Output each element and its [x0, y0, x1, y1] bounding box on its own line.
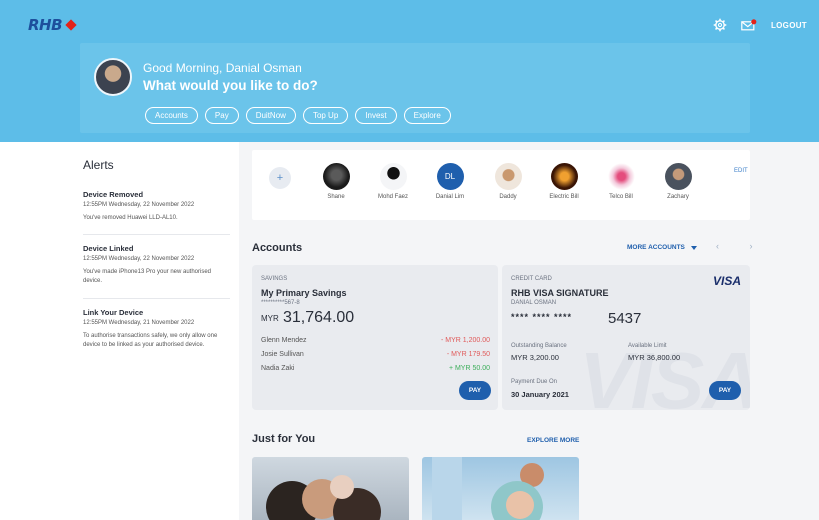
- alert-body: You've removed Huawei LLD-AL10.: [83, 215, 178, 221]
- edit-favourites-button[interactable]: EDIT: [734, 168, 748, 174]
- favourite-name: Danial Lim: [435, 194, 465, 200]
- top-header: RHB LOGOUT Good Morning, Danial Osman Wh…: [0, 0, 819, 142]
- card-masked-number: **** **** ****: [511, 312, 573, 322]
- quick-action-pay[interactable]: Pay: [204, 107, 239, 124]
- quick-action-duitnow[interactable]: DuitNow: [245, 107, 296, 124]
- savings-account-card[interactable]: SAVINGS My Primary Savings **********567…: [252, 265, 498, 410]
- transaction-name: Josie Sullivan: [261, 351, 304, 358]
- favourite-initials: DL: [436, 163, 464, 190]
- alert-body: To authorise transactions safely, we onl…: [83, 333, 218, 348]
- mother-child-photo: [432, 457, 544, 520]
- favourite-name: Electric Bill: [549, 194, 579, 200]
- user-avatar[interactable]: [94, 58, 132, 96]
- due-label: Payment Due On: [511, 379, 558, 385]
- pay-button[interactable]: PAY: [709, 381, 741, 400]
- alert-body: You've made iPhone13 Pro your new author…: [83, 269, 212, 284]
- transaction-amount: - MYR 1,200.00: [440, 337, 490, 344]
- alert-item[interactable]: Link Your Device 12:55PM Wednesday, 21 N…: [83, 308, 230, 350]
- gear-icon[interactable]: [713, 18, 727, 32]
- favourite-avatar: [607, 163, 635, 190]
- account-type: SAVINGS: [261, 276, 288, 282]
- favourite-item[interactable]: Daddy: [478, 163, 538, 200]
- favourite-item[interactable]: Zachary: [648, 163, 708, 200]
- accounts-title: Accounts: [252, 242, 303, 254]
- favourite-avatar: [379, 163, 407, 190]
- quick-action-invest[interactable]: Invest: [355, 107, 397, 124]
- greeting-panel: Good Morning, Danial Osman What would yo…: [80, 43, 750, 133]
- greeting-prompt: What would you like to do?: [143, 78, 318, 93]
- rhb-logo[interactable]: RHB: [28, 16, 77, 34]
- account-name: My Primary Savings: [261, 288, 347, 298]
- alerts-title: Alerts: [83, 158, 114, 172]
- card-holder: DANIAL OSMAN: [511, 300, 557, 306]
- transaction-name: Nadia Zaki: [261, 365, 295, 372]
- favourite-name: Daddy: [499, 194, 517, 200]
- alert-item[interactable]: Device Removed 12:55PM Wednesday, 22 Nov…: [83, 190, 230, 223]
- favourite-item[interactable]: DL Danial Lim: [420, 163, 480, 200]
- card-last4: 5437: [608, 310, 642, 327]
- alert-title: Device Removed: [83, 190, 144, 199]
- top-actions: LOGOUT: [713, 18, 807, 32]
- outstanding-value: MYR 3,200.00: [511, 353, 559, 362]
- mail-icon[interactable]: [741, 18, 757, 32]
- alert-item[interactable]: Device Linked 12:55PM Wednesday, 22 Nove…: [83, 244, 230, 286]
- more-accounts-button[interactable]: MORE ACCOUNTS: [627, 244, 685, 251]
- due-value: 30 January 2021: [511, 390, 569, 399]
- outstanding-label: Outstanding Balance: [511, 343, 567, 349]
- alert-title: Device Linked: [83, 244, 134, 253]
- favourite-item[interactable]: Electric Bill: [534, 163, 594, 200]
- visa-logo: VISA: [712, 274, 741, 288]
- credit-card-account[interactable]: VISA CREDIT CARD VISA RHB VISA SIGNATURE…: [502, 265, 750, 410]
- alert-time: 12:55PM Wednesday, 22 November 2022: [83, 202, 195, 208]
- logout-button[interactable]: LOGOUT: [771, 21, 807, 30]
- limit-value: MYR 36,800.00: [628, 353, 681, 362]
- favourite-name: Zachary: [667, 194, 689, 200]
- favourite-item[interactable]: Shane: [306, 163, 366, 200]
- favourite-name: Telco Bill: [609, 194, 633, 200]
- promo-card[interactable]: [422, 457, 579, 520]
- pay-button[interactable]: PAY: [459, 381, 491, 400]
- just-for-you-title: Just for You: [252, 433, 316, 445]
- carousel-arrows[interactable]: ‹ ›: [716, 241, 767, 251]
- chevron-down-icon[interactable]: [691, 246, 697, 250]
- quick-actions: Accounts Pay DuitNow Top Up Invest Explo…: [145, 107, 451, 124]
- divider: [83, 298, 230, 299]
- account-balance: 31,764.00: [283, 309, 355, 326]
- currency-label: MYR: [261, 314, 279, 323]
- logo-text: RHB: [28, 16, 63, 34]
- account-type: CREDIT CARD: [511, 276, 552, 282]
- account-number: **********567-8: [261, 300, 300, 306]
- logo-diamond-icon: [65, 19, 77, 31]
- quick-action-topup[interactable]: Top Up: [302, 107, 349, 124]
- promo-card[interactable]: [252, 457, 409, 520]
- alert-title: Link Your Device: [83, 308, 144, 317]
- quick-action-explore[interactable]: Explore: [403, 107, 451, 124]
- greeting-text: Good Morning, Danial Osman: [143, 61, 302, 75]
- alert-time: 12:55PM Wednesday, 22 November 2022: [83, 256, 195, 262]
- alert-time: 12:55PM Wednesday, 21 November 2022: [83, 320, 195, 326]
- transaction-amount: - MYR 179.50: [446, 351, 490, 358]
- favourite-item[interactable]: Mohd Faez: [363, 163, 423, 200]
- favourite-name: Mohd Faez: [377, 194, 408, 200]
- family-photo: [266, 475, 381, 520]
- explore-more-button[interactable]: EXPLORE MORE: [527, 437, 579, 444]
- favourite-avatar: [494, 163, 522, 190]
- favourite-avatar: [664, 163, 692, 190]
- favourite-item[interactable]: Telco Bill: [591, 163, 651, 200]
- limit-label: Available Limit: [628, 343, 667, 349]
- divider: [83, 234, 230, 235]
- transaction-name: Glenn Mendez: [261, 337, 307, 344]
- quick-action-accounts[interactable]: Accounts: [145, 107, 198, 124]
- favourite-avatar: [322, 163, 350, 190]
- favourite-name: Shane: [327, 194, 345, 200]
- favourite-avatar: [550, 163, 578, 190]
- transaction-amount: + MYR 50.00: [448, 365, 490, 372]
- card-name: RHB VISA SIGNATURE: [511, 288, 609, 298]
- add-favourite-button[interactable]: +: [269, 167, 291, 189]
